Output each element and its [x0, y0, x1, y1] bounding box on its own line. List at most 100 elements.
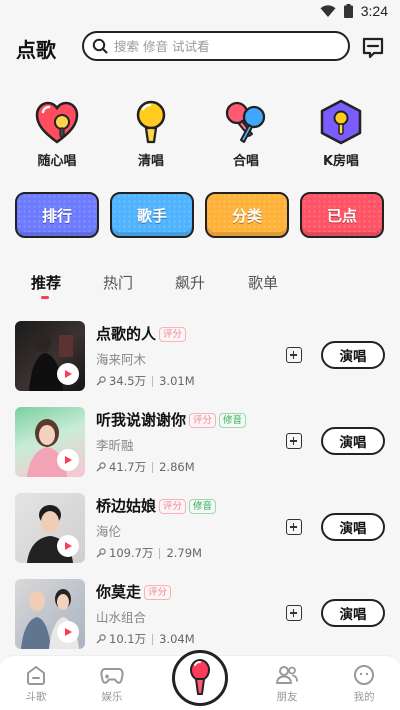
song-title-text: 你莫走	[96, 583, 142, 601]
k-room-icon	[320, 99, 362, 145]
song-title: 点歌的人 评分	[96, 323, 187, 344]
song-title-text: 桥边姑娘	[96, 497, 157, 515]
tag-modify: 修音	[189, 499, 217, 514]
artist-name: 李昕融	[96, 438, 134, 453]
play-button[interactable]	[57, 363, 79, 385]
mic-icon	[136, 100, 166, 144]
tab-playlist[interactable]: 歌单	[248, 272, 278, 293]
profile-icon	[354, 665, 374, 685]
add-icon[interactable]	[286, 433, 302, 449]
nav-label: 我的	[353, 691, 375, 703]
heart-mic-icon	[35, 101, 79, 144]
ordered-button[interactable]: 已点	[300, 192, 384, 238]
ranking-button[interactable]: 排行	[15, 192, 99, 238]
category-button[interactable]: 分类	[205, 192, 289, 238]
play-count: 41.7万	[109, 460, 147, 474]
category-suixinchang[interactable]: 随心唱	[17, 98, 97, 169]
mic-small-icon	[96, 462, 106, 472]
page-title: 点歌	[16, 38, 56, 62]
artist-name: 海来阿木	[96, 352, 147, 367]
play-count: 109.7万	[109, 546, 154, 560]
status-time: 3:24	[360, 3, 388, 19]
quick-buttons: 排行 歌手 分类 已点	[0, 192, 400, 240]
wifi-icon	[320, 4, 336, 17]
file-size: 3.04M	[159, 632, 195, 646]
artist-name: 海伦	[96, 524, 122, 539]
play-button[interactable]	[57, 449, 79, 471]
song-title-text: 听我说谢谢你	[96, 411, 187, 429]
play-count: 34.5万	[109, 374, 147, 388]
tab-recommend[interactable]: 推荐	[31, 272, 61, 293]
song-title: 听我说谢谢你 评分 修音	[96, 409, 247, 430]
category-row: 随心唱 清唱 合唱 K房唱	[0, 98, 400, 178]
category-label: 清唱	[137, 154, 164, 169]
nav-label: 娱乐	[101, 691, 123, 703]
singer-button[interactable]: 歌手	[110, 192, 194, 238]
category-label: 合唱	[232, 154, 259, 169]
play-icon	[65, 456, 72, 464]
file-size: 2.86M	[159, 460, 195, 474]
tab-bar: 推荐 热门 飙升 歌单	[0, 272, 400, 302]
song-row: 桥边姑娘 评分 修音 海伦 109.7万 2.79M 演唱	[0, 490, 400, 566]
play-icon	[65, 628, 72, 636]
tab-hot[interactable]: 热门	[103, 272, 133, 293]
nav-item-wode[interactable]: 我的	[334, 664, 394, 704]
status-bar: 3:24	[0, 0, 400, 26]
search-input[interactable]	[114, 38, 334, 54]
home-icon	[27, 666, 45, 685]
nav-label: 斗歌	[25, 691, 47, 703]
category-label: K房唱	[322, 154, 360, 169]
song-stats: 109.7万 2.79M	[96, 545, 202, 561]
mic-record-icon	[190, 659, 210, 695]
category-label: 随心唱	[37, 154, 77, 169]
sing-button[interactable]: 演唱	[321, 599, 385, 627]
add-icon[interactable]	[286, 347, 302, 363]
song-cover[interactable]	[15, 321, 85, 391]
search-box[interactable]	[82, 31, 350, 61]
play-button[interactable]	[57, 621, 79, 643]
song-stats: 10.1万 3.04M	[96, 631, 195, 647]
add-icon[interactable]	[286, 605, 302, 621]
song-stats: 41.7万 2.86M	[96, 459, 195, 475]
song-row: 听我说谢谢你 评分 修音 李昕融 41.7万 2.86M 演唱	[0, 404, 400, 480]
tag-modify: 修音	[219, 413, 247, 428]
message-icon[interactable]	[361, 36, 385, 60]
tag-rate: 评分	[144, 585, 172, 600]
divider	[159, 547, 161, 559]
sing-button[interactable]: 演唱	[321, 341, 385, 369]
search-icon	[92, 38, 108, 54]
play-count: 10.1万	[109, 632, 147, 646]
tag-rate: 评分	[189, 413, 217, 428]
mic-small-icon	[96, 634, 106, 644]
nav-item-dou-ge[interactable]: 斗歌	[6, 664, 66, 704]
song-title: 桥边姑娘 评分 修音	[96, 495, 217, 516]
category-qingchang[interactable]: 清唱	[111, 98, 191, 169]
nav-label: 朋友	[276, 691, 298, 703]
file-size: 2.79M	[166, 546, 202, 560]
sing-button[interactable]: 演唱	[321, 427, 385, 455]
sing-button[interactable]: 演唱	[321, 513, 385, 541]
play-button[interactable]	[57, 535, 79, 557]
category-hechang[interactable]: 合唱	[206, 98, 286, 169]
play-icon	[65, 370, 72, 378]
mic-small-icon	[96, 376, 106, 386]
song-cover[interactable]	[15, 579, 85, 649]
add-icon[interactable]	[286, 519, 302, 535]
song-stats: 34.5万 3.01M	[96, 373, 195, 389]
tag-rate: 评分	[159, 327, 187, 342]
song-row: 你莫走 评分 山水组合 10.1万 3.04M 演唱	[0, 576, 400, 652]
file-size: 3.01M	[159, 374, 195, 388]
tab-rising[interactable]: 飙升	[175, 272, 205, 293]
category-kfangchang[interactable]: K房唱	[301, 98, 381, 169]
song-cover[interactable]	[15, 493, 85, 563]
tab-indicator	[41, 296, 49, 299]
battery-icon	[343, 4, 353, 18]
nav-item-pengyou[interactable]: 朋友	[257, 664, 317, 704]
record-mic-button[interactable]	[172, 650, 228, 706]
play-icon	[65, 542, 72, 550]
song-cover[interactable]	[15, 407, 85, 477]
header: 点歌	[0, 28, 400, 68]
nav-item-yule[interactable]: 娱乐	[82, 664, 142, 704]
mic-small-icon	[96, 548, 106, 558]
divider	[152, 633, 154, 645]
